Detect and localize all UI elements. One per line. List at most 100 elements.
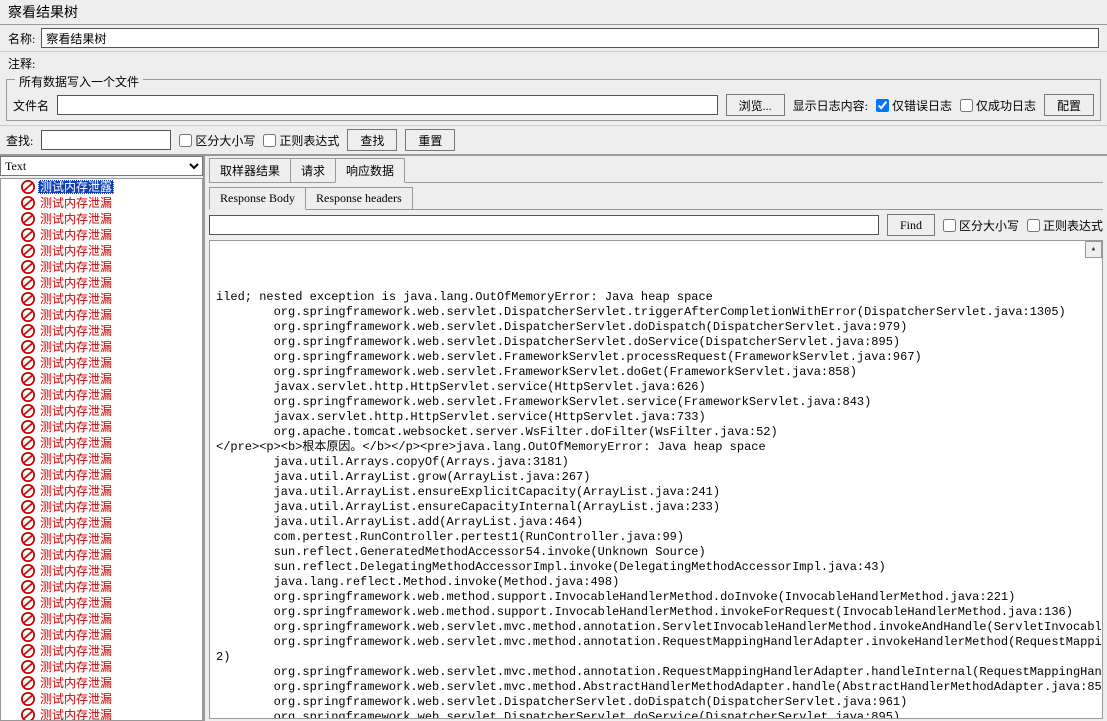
response-line: org.springframework.web.servlet.Dispatch… xyxy=(216,335,1096,350)
tree-item[interactable]: 测试内存泄漏 xyxy=(1,259,202,275)
search-reset-button[interactable]: 重置 xyxy=(405,129,455,151)
tree-item[interactable]: 测试内存泄漏 xyxy=(1,275,202,291)
tree-item-label: 测试内存泄漏 xyxy=(38,212,114,226)
error-icon xyxy=(21,500,35,514)
tree-item-label: 测试内存泄漏 xyxy=(38,468,114,482)
tree-item-label: 测试内存泄漏 xyxy=(38,420,114,434)
response-line: org.springframework.web.servlet.Framewor… xyxy=(216,365,1096,380)
tree-item-label: 测试内存泄漏 xyxy=(38,356,114,370)
tree-item[interactable]: 测试内存泄漏 xyxy=(1,371,202,387)
tab-response[interactable]: 响应数据 xyxy=(335,158,405,183)
search-label: 查找: xyxy=(6,132,33,149)
tree-item[interactable]: 测试内存泄漏 xyxy=(1,563,202,579)
name-input[interactable] xyxy=(41,28,1099,48)
response-line: java.lang.reflect.Method.invoke(Method.j… xyxy=(216,575,1096,590)
tree-item[interactable]: 测试内存泄漏 xyxy=(1,211,202,227)
tree-item-label: 测试内存泄漏 xyxy=(38,340,114,354)
find-input[interactable] xyxy=(209,215,879,235)
response-line: org.springframework.web.servlet.Framewor… xyxy=(216,395,1096,410)
search-case-check[interactable]: 区分大小写 xyxy=(179,132,255,149)
search-find-button[interactable]: 查找 xyxy=(347,129,397,151)
response-line: org.springframework.web.servlet.Dispatch… xyxy=(216,695,1096,710)
window-title: 察看结果树 xyxy=(0,0,1107,25)
tree-item[interactable]: 测试内存泄露 xyxy=(1,179,202,195)
response-line: org.springframework.web.method.support.I… xyxy=(216,590,1096,605)
left-column: Text 测试内存泄露测试内存泄漏测试内存泄漏测试内存泄漏测试内存泄漏测试内存泄… xyxy=(0,156,205,721)
tree-item[interactable]: 测试内存泄漏 xyxy=(1,595,202,611)
tree-item[interactable]: 测试内存泄漏 xyxy=(1,579,202,595)
tree-item[interactable]: 测试内存泄漏 xyxy=(1,307,202,323)
search-input[interactable] xyxy=(41,130,171,150)
tree-item[interactable]: 测试内存泄漏 xyxy=(1,435,202,451)
tree-item[interactable]: 测试内存泄漏 xyxy=(1,243,202,259)
tree-item-label: 测试内存泄漏 xyxy=(38,484,114,498)
tree-item-label: 测试内存泄漏 xyxy=(38,548,114,562)
response-line: 2) xyxy=(216,650,1096,665)
tree-item[interactable]: 测试内存泄漏 xyxy=(1,611,202,627)
configure-button[interactable]: 配置 xyxy=(1044,94,1094,116)
only-error-check[interactable]: 仅错误日志 xyxy=(876,97,952,114)
tree-item[interactable]: 测试内存泄漏 xyxy=(1,451,202,467)
tree-item[interactable]: 测试内存泄漏 xyxy=(1,707,202,721)
filename-input[interactable] xyxy=(57,95,718,115)
tree-item[interactable]: 测试内存泄漏 xyxy=(1,355,202,371)
tree-item[interactable]: 测试内存泄漏 xyxy=(1,419,202,435)
error-icon xyxy=(21,596,35,610)
tree-item[interactable]: 测试内存泄漏 xyxy=(1,403,202,419)
scroll-up-icon[interactable]: ▴ xyxy=(1085,241,1102,258)
response-line: java.util.ArrayList.grow(ArrayList.java:… xyxy=(216,470,1096,485)
tab-request[interactable]: 请求 xyxy=(290,158,336,182)
error-icon xyxy=(21,580,35,594)
name-row: 名称: xyxy=(0,25,1107,52)
tree-item[interactable]: 测试内存泄漏 xyxy=(1,691,202,707)
tree-item[interactable]: 测试内存泄漏 xyxy=(1,387,202,403)
response-line: com.pertest.RunController.pertest1(RunCo… xyxy=(216,530,1096,545)
response-line: javax.servlet.http.HttpServlet.service(H… xyxy=(216,410,1096,425)
search-regex-check[interactable]: 正则表达式 xyxy=(263,132,339,149)
tree-item-label: 测试内存泄漏 xyxy=(38,388,114,402)
main-split: Text 测试内存泄露测试内存泄漏测试内存泄漏测试内存泄漏测试内存泄漏测试内存泄… xyxy=(0,156,1107,721)
response-body[interactable]: ▴ iled; nested exception is java.lang.Ou… xyxy=(209,240,1103,719)
tree-item[interactable]: 测试内存泄漏 xyxy=(1,291,202,307)
tree-item[interactable]: 测试内存泄漏 xyxy=(1,227,202,243)
tree-item[interactable]: 测试内存泄漏 xyxy=(1,483,202,499)
response-line: org.springframework.web.servlet.Dispatch… xyxy=(216,305,1096,320)
error-icon xyxy=(21,372,35,386)
tab-sampler[interactable]: 取样器结果 xyxy=(209,158,291,182)
tree-item-label: 测试内存泄漏 xyxy=(38,500,114,514)
tree-item[interactable]: 测试内存泄漏 xyxy=(1,467,202,483)
browse-button[interactable]: 浏览... xyxy=(726,94,785,116)
tree-item[interactable]: 测试内存泄漏 xyxy=(1,515,202,531)
tab-response-headers[interactable]: Response headers xyxy=(305,187,413,209)
error-icon xyxy=(21,484,35,498)
renderer-select[interactable]: Text xyxy=(0,156,203,176)
only-success-check[interactable]: 仅成功日志 xyxy=(960,97,1036,114)
tree-item-label: 测试内存泄漏 xyxy=(38,676,114,690)
tree-item[interactable]: 测试内存泄漏 xyxy=(1,531,202,547)
response-line: sun.reflect.GeneratedMethodAccessor54.in… xyxy=(216,545,1096,560)
tree-item[interactable]: 测试内存泄漏 xyxy=(1,627,202,643)
error-icon xyxy=(21,180,35,194)
tree-item[interactable]: 测试内存泄漏 xyxy=(1,499,202,515)
find-case-check[interactable]: 区分大小写 xyxy=(943,217,1019,234)
tree-item[interactable]: 测试内存泄漏 xyxy=(1,659,202,675)
find-regex-check[interactable]: 正则表达式 xyxy=(1027,217,1103,234)
result-tree[interactable]: 测试内存泄露测试内存泄漏测试内存泄漏测试内存泄漏测试内存泄漏测试内存泄漏测试内存… xyxy=(0,178,203,721)
tree-item-label: 测试内存泄漏 xyxy=(38,404,114,418)
error-icon xyxy=(21,388,35,402)
tree-item[interactable]: 测试内存泄漏 xyxy=(1,195,202,211)
filename-label: 文件名 xyxy=(13,97,49,114)
tree-item[interactable]: 测试内存泄漏 xyxy=(1,547,202,563)
name-label: 名称: xyxy=(8,30,35,47)
response-line: org.springframework.web.servlet.mvc.meth… xyxy=(216,635,1096,650)
find-button[interactable]: Find xyxy=(887,214,935,236)
tree-item[interactable]: 测试内存泄漏 xyxy=(1,323,202,339)
error-icon xyxy=(21,564,35,578)
response-line: org.springframework.web.method.support.I… xyxy=(216,605,1096,620)
response-line: org.springframework.web.servlet.mvc.meth… xyxy=(216,665,1096,680)
tree-item[interactable]: 测试内存泄漏 xyxy=(1,643,202,659)
tree-item-label: 测试内存泄漏 xyxy=(38,692,114,706)
tab-response-body[interactable]: Response Body xyxy=(209,187,306,210)
tree-item[interactable]: 测试内存泄漏 xyxy=(1,339,202,355)
tree-item[interactable]: 测试内存泄漏 xyxy=(1,675,202,691)
